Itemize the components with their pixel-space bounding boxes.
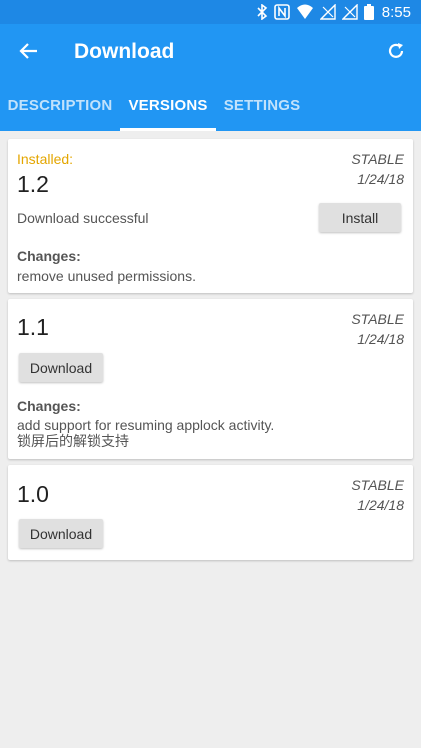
release-date: 1/24/18 (357, 497, 404, 513)
nfc-icon (273, 4, 290, 20)
status-icons: 8:55 (256, 2, 411, 22)
tab-versions[interactable]: VERSIONS (120, 79, 216, 131)
status-time: 8:55 (381, 3, 411, 21)
release-channel: STABLE (351, 151, 404, 167)
release-channel: STABLE (351, 477, 404, 493)
tab-description[interactable]: DESCRIPTION (0, 79, 120, 131)
tab-settings[interactable]: SETTINGS (216, 79, 308, 131)
signal-icon (319, 4, 336, 20)
tab-label: SETTINGS (223, 96, 301, 114)
tab-label: DESCRIPTION (7, 96, 113, 114)
tab-bar: DESCRIPTION VERSIONS SETTINGS (0, 79, 421, 131)
download-button[interactable]: Download (19, 519, 103, 548)
battery-icon (363, 4, 374, 20)
installed-label: Installed: (17, 151, 74, 167)
tab-label: VERSIONS (128, 96, 208, 114)
refresh-button[interactable] (381, 38, 411, 68)
install-button[interactable]: Install (319, 203, 401, 232)
changes-heading: Changes: (17, 398, 81, 414)
refresh-icon (386, 41, 406, 66)
changes-line: remove unused permissions. (17, 268, 196, 284)
download-status: Download successful (17, 210, 149, 226)
changes-line: 锁屏后的解锁支持 (17, 433, 129, 449)
bluetooth-icon (256, 4, 268, 20)
version-card: 1.1 STABLE 1/24/18 Download Changes: add… (8, 299, 413, 459)
version-number: 1.2 (17, 171, 49, 197)
version-card: 1.0 STABLE 1/24/18 Download (8, 465, 413, 560)
app-bar: Download DESCRIPTION VERSIONS SETTINGS (0, 24, 421, 131)
release-date: 1/24/18 (357, 171, 404, 187)
changes-line: add support for resuming applock activit… (17, 417, 275, 433)
version-number: 1.0 (17, 481, 49, 507)
download-button[interactable]: Download (19, 353, 103, 382)
page-title: Download (74, 40, 175, 63)
arrow-back-icon (19, 41, 39, 66)
release-date: 1/24/18 (357, 331, 404, 347)
changes-heading: Changes: (17, 248, 81, 264)
signal-icon (341, 4, 358, 20)
wifi-icon (296, 4, 314, 20)
status-bar: 8:55 (0, 0, 421, 24)
back-button[interactable] (14, 38, 44, 68)
tab-indicator (120, 128, 216, 131)
version-card: Installed: 1.2 STABLE 1/24/18 Download s… (8, 139, 413, 293)
release-channel: STABLE (351, 311, 404, 327)
version-number: 1.1 (17, 314, 49, 340)
